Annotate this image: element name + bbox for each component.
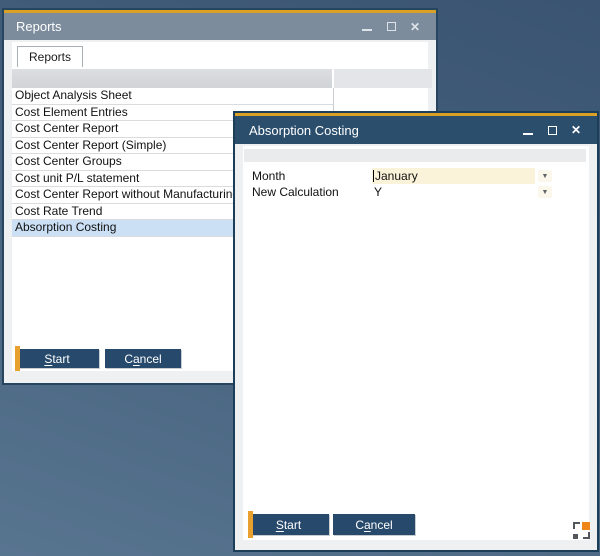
dialog-titlebar[interactable]: Absorption Costing ✕ (235, 116, 597, 144)
grid-header-column (12, 69, 332, 88)
absorption-costing-dialog: Absorption Costing ✕ Month January ▼ New… (233, 111, 599, 552)
resize-grip-icon[interactable] (573, 522, 590, 539)
start-button-label: Start (44, 352, 69, 366)
text-caret (373, 170, 374, 182)
month-value: January (375, 168, 418, 184)
close-icon[interactable]: ✕ (409, 21, 421, 33)
maximize-icon[interactable] (385, 21, 397, 33)
cancel-button-label: Cancel (355, 518, 392, 532)
month-dropdown-button[interactable]: ▼ (538, 170, 552, 182)
month-input[interactable]: January (372, 168, 535, 184)
month-label: Month (252, 168, 285, 184)
start-button-label: Start (276, 518, 301, 532)
chevron-down-icon: ▼ (542, 189, 549, 196)
tab-reports[interactable]: Reports (17, 46, 83, 67)
chevron-down-icon: ▼ (542, 173, 549, 180)
maximize-icon[interactable] (546, 124, 558, 136)
cancel-button[interactable]: Cancel (333, 514, 415, 535)
window-controls: ✕ (522, 124, 597, 136)
default-button-accent (248, 511, 253, 538)
minimize-icon[interactable] (522, 124, 534, 136)
window-title: Absorption Costing (235, 123, 359, 138)
new-calculation-label: New Calculation (252, 184, 339, 200)
new-calculation-dropdown-button[interactable]: ▼ (538, 186, 552, 198)
cancel-button-label: Cancel (124, 352, 161, 366)
grid-header-empty-column (334, 69, 432, 88)
start-button[interactable]: Start (15, 349, 99, 368)
reports-titlebar[interactable]: Reports ✕ (4, 13, 436, 40)
window-title: Reports (4, 19, 62, 34)
dialog-content-area: Month January ▼ New Calculation Y ▼ Star… (243, 146, 589, 540)
new-calculation-input[interactable]: Y (374, 184, 382, 200)
minimize-icon[interactable] (361, 21, 373, 33)
report-row[interactable]: Object Analysis Sheet (12, 88, 333, 105)
dialog-window-body: Month January ▼ New Calculation Y ▼ Star… (237, 146, 595, 548)
default-button-accent (15, 346, 20, 371)
dialog-toolbar-band (244, 149, 586, 162)
close-icon[interactable]: ✕ (570, 124, 582, 136)
desktop-background: Reports ✕ Reports Object Analysis Sheet … (0, 0, 600, 556)
window-controls: ✕ (361, 21, 436, 33)
start-button[interactable]: Start (248, 514, 329, 535)
cancel-button[interactable]: Cancel (105, 349, 181, 368)
